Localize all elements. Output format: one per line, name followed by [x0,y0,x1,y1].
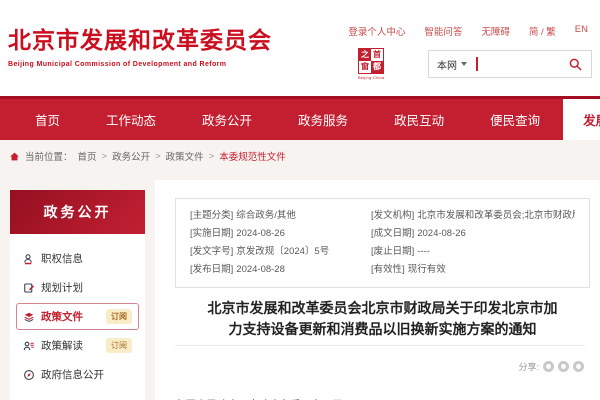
site-header: 北京市发展和改革委员会 Beijing Municipal Commission… [0,0,600,96]
share-wechat-icon[interactable] [543,361,554,372]
meta-repeal-date: [废止日期]---- [371,243,575,261]
breadcrumb: 当前位置： 首页 > 政务公开 > 政策文件 > 本委规范性文件 [0,140,600,172]
site-subtitle: Beijing Municipal Commission of Developm… [8,61,272,68]
sidebar-item-label: 政府信息公开 [41,367,104,382]
sidebar-item-plans[interactable]: 规划计划 [16,274,139,301]
document-title: 北京市发展和改革委员会北京市财政局关于印发北京市加力支持设备更新和消费品以旧换新… [201,298,564,340]
nav-interaction[interactable]: 政民互动 [371,99,467,140]
nav-gov-services[interactable]: 政务服务 [275,99,371,140]
nav-development-reform-column[interactable]: 发展改革专栏 [563,99,600,140]
meta-implementation-date: [实施日期]2024-08-26 [190,225,371,243]
id-badge-icon [23,253,35,265]
share-qzone-icon[interactable] [573,361,584,372]
document-meta-table: [主题分类]综合政务/其他 [发文机构]北京市发展和改革委员会;北京市财政局 [… [175,198,590,288]
plan-document-icon [23,282,35,294]
site-search: 本网 [428,50,592,78]
main-nav: 首页 工作动态 政务公开 政务服务 政民互动 便民查询 发展改革专栏 [0,96,600,140]
smart-qa-link[interactable]: 智能问答 [424,24,462,38]
accessibility-link[interactable]: 无障碍 [481,24,510,38]
breadcrumb-current: 本委规范性文件 [219,149,286,163]
capital-window-seal-logo[interactable]: 之 首 窗 都 Beijing·China [358,48,384,80]
layers-icon [23,311,35,323]
nav-gov-affairs[interactable]: 政务公开 [179,99,275,140]
site-brand[interactable]: 北京市发展和改革委员会 Beijing Municipal Commission… [8,21,272,68]
sidebar: 政务公开 职权信息 规 [10,190,145,400]
sidebar-item-authority-info[interactable]: 职权信息 [16,245,139,272]
meta-topic-category: [主题分类]综合政务/其他 [190,207,371,225]
site-title: 北京市发展和改革委员会 [8,21,272,55]
search-scope-dropdown[interactable]: 本网 [437,57,467,72]
seal-caption: Beijing·China [358,75,384,80]
breadcrumb-policy-files[interactable]: 政策文件 [166,149,204,163]
share-label: 分享: [518,360,539,373]
sidebar-item-policy-interpretation[interactable]: 政策解读 订阅 [16,332,139,359]
sidebar-item-label: 政策解读 [41,338,83,353]
english-link[interactable]: EN [575,24,588,38]
utility-links: 登录个人中心 智能问答 无障碍 简 / 繁 EN [348,24,588,38]
breadcrumb-home[interactable]: 首页 [78,149,97,163]
search-input[interactable] [478,59,569,70]
sidebar-item-gov-info-disclosure[interactable]: 政府信息公开 [16,361,139,388]
meta-document-number: [发文字号]京发改规〔2024〕5号 [190,243,371,261]
subscribe-badge[interactable]: 订阅 [106,338,132,353]
sidebar-item-label: 规划计划 [41,280,83,295]
sidebar-item-label: 职权信息 [41,251,83,266]
sidebar-item-label: 政策文件 [41,309,83,324]
nav-convenience-query[interactable]: 便民查询 [467,99,563,140]
nav-work-news[interactable]: 工作动态 [83,99,179,140]
seal-icon: 之 首 窗 都 [358,48,384,74]
meta-issuance-date: [成文日期]2024-08-26 [371,225,575,243]
page-body: 政务公开 职权信息 规 [0,172,600,400]
subscribe-badge[interactable]: 订阅 [106,309,132,324]
compass-icon [23,369,35,381]
nav-home[interactable]: 首页 [12,99,83,140]
breadcrumb-gov-affairs[interactable]: 政务公开 [112,149,150,163]
chevron-down-icon [461,62,467,66]
meta-issuing-agency: [发文机构]北京市发展和改革委员会;北京市财政局 [371,207,575,225]
home-icon [9,151,20,162]
share-bar: 分享: [175,360,590,373]
search-icon [568,57,583,72]
sidebar-item-policy-files[interactable]: 政策文件 订阅 [16,303,139,330]
search-button[interactable] [568,57,583,72]
title-divider [175,345,585,346]
sidebar-title: 政务公开 [10,190,145,234]
sidebar-menu: 职权信息 规划计划 [10,234,145,400]
simplified-traditional-link[interactable]: 简 / 繁 [529,24,556,38]
document-panel: [主题分类]综合政务/其他 [发文机构]北京市发展和改革委员会;北京市财政局 [… [155,180,600,400]
login-link[interactable]: 登录个人中心 [348,24,405,38]
person-speech-icon [23,340,35,352]
share-weibo-icon[interactable] [558,361,569,372]
meta-validity: [有效性]现行有效 [371,261,575,279]
meta-publish-date: [发布日期]2024-08-28 [190,261,371,279]
breadcrumb-prefix: 当前位置： [25,149,73,163]
